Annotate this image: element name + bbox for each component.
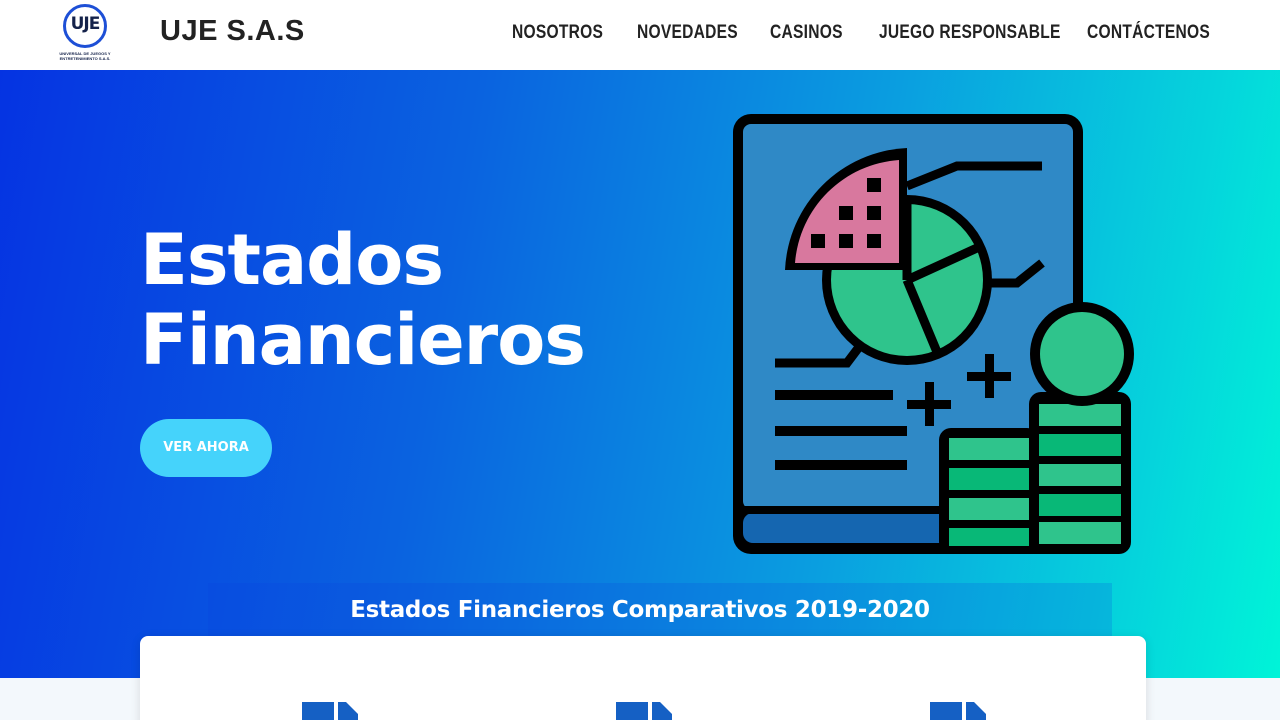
ver-ahora-button[interactable]: VER AHORA: [140, 419, 272, 477]
hero-title: Estados Financieros: [140, 219, 586, 381]
site-header: UJE UNIVERSAL DE JUEGOS Y ENTRETENIMIENT…: [0, 0, 1280, 70]
financial-report-book-icon: [733, 114, 1134, 554]
hero-title-line2: Financieros: [140, 299, 586, 381]
hero-title-line1: Estados: [140, 219, 444, 301]
nav-nosotros[interactable]: NOSOTROS: [512, 22, 603, 44]
logo[interactable]: UJE UNIVERSAL DE JUEGOS Y ENTRETENIMIENT…: [58, 4, 112, 62]
hero-banner: Estados Financieros VER AHORA Estados Fi…: [0, 70, 1280, 680]
brand-name[interactable]: UJE S.A.S: [160, 15, 305, 48]
document-icon[interactable]: [616, 702, 672, 720]
logo-tagline: UNIVERSAL DE JUEGOS Y ENTRETENIMIENTO S.…: [59, 51, 111, 61]
nav-novedades[interactable]: NOVEDADES: [637, 22, 738, 44]
section-title: Estados Financieros Comparativos 2019-20…: [350, 597, 930, 623]
document-icon[interactable]: [302, 702, 358, 720]
nav-contactenos[interactable]: CONTÁCTENOS: [1087, 22, 1210, 44]
document-icon[interactable]: [930, 702, 986, 720]
nav-casinos[interactable]: CASINOS: [770, 22, 843, 44]
logo-letters: UJE: [70, 14, 101, 34]
nav-juego-responsable[interactable]: JUEGO RESPONSABLE: [879, 22, 1061, 44]
